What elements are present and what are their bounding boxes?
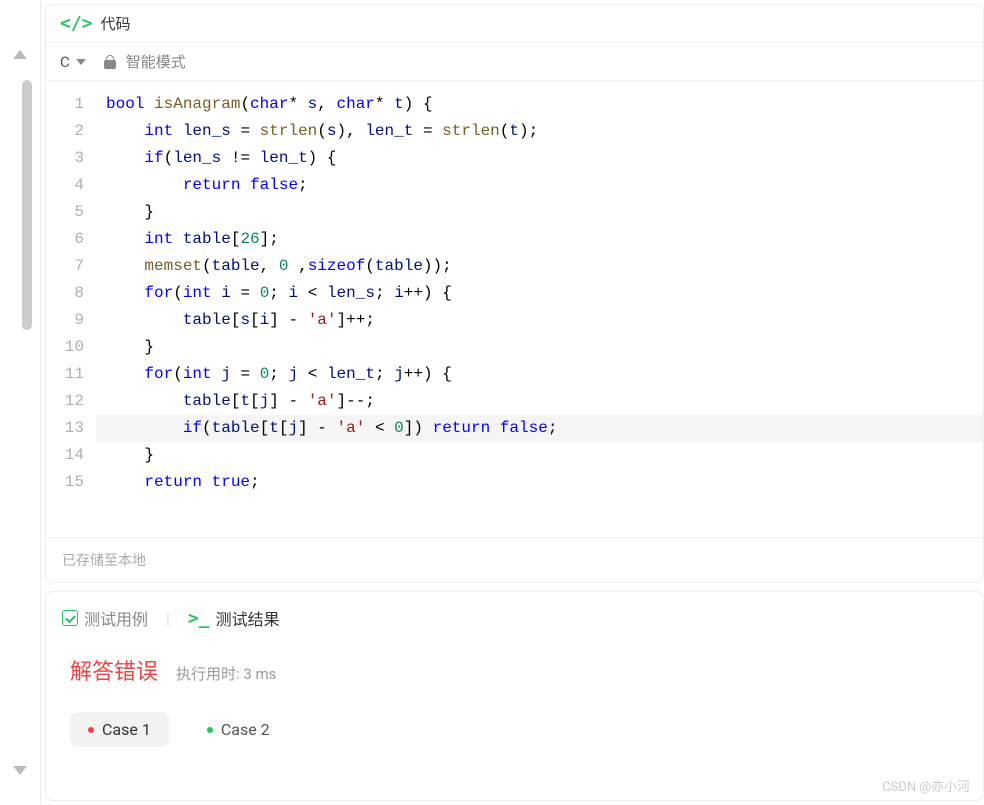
case-tab[interactable]: Case 2 xyxy=(189,712,288,747)
tab-result-label: 测试结果 xyxy=(216,606,280,630)
line-number: 13 xyxy=(46,415,84,442)
code-line[interactable]: } xyxy=(96,442,983,469)
result-status-row: 解答错误 执行用时: 3 ms xyxy=(46,640,983,700)
editor-toolbar: C 智能模式 xyxy=(46,43,983,81)
scroll-up-arrow[interactable] xyxy=(13,50,27,59)
code-area[interactable]: bool isAnagram(char* s, char* t) { int l… xyxy=(96,91,983,537)
language-label: C xyxy=(60,53,70,71)
line-number: 4 xyxy=(46,172,84,199)
line-number: 2 xyxy=(46,118,84,145)
code-icon: </> xyxy=(60,13,93,34)
code-line[interactable]: memset(table, 0 ,sizeof(table)); xyxy=(96,253,983,280)
smart-mode-label: 智能模式 xyxy=(126,51,186,72)
lock-icon xyxy=(104,55,116,69)
scroll-gutter xyxy=(0,0,40,805)
language-selector[interactable]: C xyxy=(60,53,86,71)
line-number: 14 xyxy=(46,442,84,469)
results-panel: 测试用例 | >_ 测试结果 解答错误 执行用时: 3 ms Case 1Cas… xyxy=(45,591,984,801)
scroll-down-arrow[interactable] xyxy=(13,766,27,775)
results-tabs: 测试用例 | >_ 测试结果 xyxy=(46,592,983,640)
case-tab-label: Case 2 xyxy=(221,720,270,739)
tab-result[interactable]: >_ 测试结果 xyxy=(188,606,280,630)
check-icon xyxy=(62,610,78,626)
line-number: 9 xyxy=(46,307,84,334)
line-number-gutter: 123456789101112131415 xyxy=(46,91,96,537)
case-tabs: Case 1 Case 2 xyxy=(46,700,983,759)
line-number: 7 xyxy=(46,253,84,280)
line-number: 3 xyxy=(46,145,84,172)
tab-testcase-label: 测试用例 xyxy=(84,606,148,630)
watermark: CSDN @亦小河 xyxy=(882,776,970,795)
code-line[interactable]: for(int i = 0; i < len_s; i++) { xyxy=(96,280,983,307)
line-number: 10 xyxy=(46,334,84,361)
scrollbar-thumb[interactable] xyxy=(22,80,32,330)
code-line[interactable]: return false; xyxy=(96,172,983,199)
line-number: 15 xyxy=(46,469,84,496)
code-panel-title: 代码 xyxy=(101,13,131,34)
code-line[interactable]: } xyxy=(96,199,983,226)
code-line[interactable]: } xyxy=(96,334,983,361)
code-line[interactable]: if(table[t[j] - 'a' < 0]) return false; xyxy=(96,415,983,442)
code-line[interactable]: int len_s = strlen(s), len_t = strlen(t)… xyxy=(96,118,983,145)
fail-dot-icon xyxy=(88,727,94,733)
terminal-icon: >_ xyxy=(188,608,210,629)
runtime-text: 执行用时: 3 ms xyxy=(176,663,276,684)
code-line[interactable]: int table[26]; xyxy=(96,226,983,253)
code-line[interactable]: table[s[i] - 'a']++; xyxy=(96,307,983,334)
line-number: 6 xyxy=(46,226,84,253)
tab-divider: | xyxy=(166,609,170,628)
code-line[interactable]: bool isAnagram(char* s, char* t) { xyxy=(96,91,983,118)
code-line[interactable]: if(len_s != len_t) { xyxy=(96,145,983,172)
result-status-text: 解答错误 xyxy=(70,654,158,686)
chevron-down-icon xyxy=(76,59,86,65)
line-number: 5 xyxy=(46,199,84,226)
code-editor[interactable]: 123456789101112131415 bool isAnagram(cha… xyxy=(46,81,983,537)
code-line[interactable]: for(int j = 0; j < len_t; j++) { xyxy=(96,361,983,388)
case-tab-label: Case 1 xyxy=(102,720,151,739)
line-number: 12 xyxy=(46,388,84,415)
line-number: 1 xyxy=(46,91,84,118)
code-line[interactable]: return true; xyxy=(96,469,983,496)
pass-dot-icon xyxy=(207,727,213,733)
tab-testcase[interactable]: 测试用例 xyxy=(62,606,148,630)
code-panel: </> 代码 C 智能模式 123456789101112131415 bool… xyxy=(45,4,984,583)
code-panel-header: </> 代码 xyxy=(46,5,983,43)
line-number: 8 xyxy=(46,280,84,307)
save-status: 已存储至本地 xyxy=(46,537,983,582)
code-line[interactable]: table[t[j] - 'a']--; xyxy=(96,388,983,415)
case-tab[interactable]: Case 1 xyxy=(70,712,169,747)
line-number: 11 xyxy=(46,361,84,388)
